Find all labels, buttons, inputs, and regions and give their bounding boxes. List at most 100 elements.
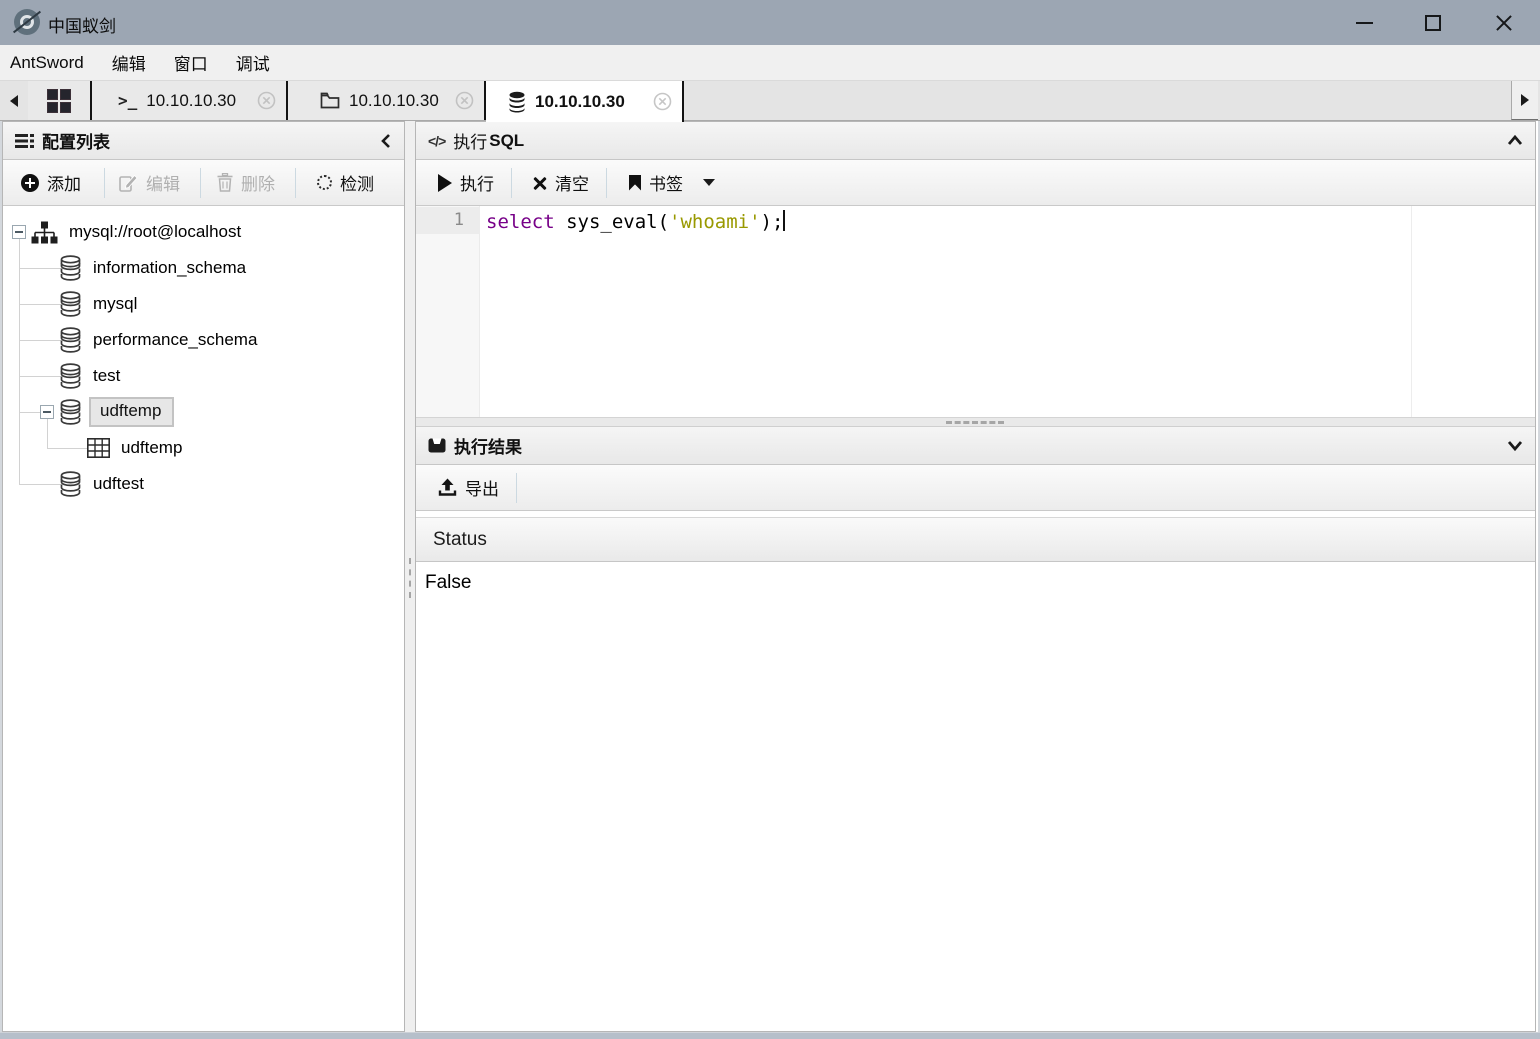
- tab-home[interactable]: [28, 81, 92, 120]
- sidebar-panel: 配置列表 添加 编辑: [2, 121, 405, 1032]
- export-button[interactable]: 导出: [438, 465, 499, 510]
- database-icon: [59, 363, 82, 389]
- tree-node-label-selected: udftemp: [89, 397, 174, 427]
- minimize-icon: [1356, 22, 1373, 24]
- tab-label: 10.10.10.30: [535, 92, 625, 112]
- line-number: 1: [454, 210, 464, 230]
- sql-code-line: select sys_eval('whoami');: [486, 209, 785, 235]
- expander-collapse-root[interactable]: [12, 225, 26, 239]
- delete-button[interactable]: 删除: [217, 160, 275, 205]
- collapse-result-panel-button[interactable]: [1507, 440, 1523, 451]
- vertical-splitter[interactable]: [405, 121, 415, 1032]
- terminal-icon: >_: [118, 91, 137, 110]
- clear-button[interactable]: 清空: [533, 160, 589, 205]
- collapse-sql-panel-button[interactable]: [1507, 135, 1523, 146]
- horizontal-splitter[interactable]: [416, 417, 1535, 427]
- menu-debug[interactable]: 调试: [226, 46, 280, 79]
- editor-gutter: 1: [416, 206, 480, 417]
- tree-node-database[interactable]: performance_schema: [59, 322, 257, 358]
- tree-node-database[interactable]: udftest: [59, 466, 144, 502]
- sitemap-icon: [31, 221, 58, 244]
- execute-button[interactable]: 执行: [438, 160, 494, 205]
- close-button[interactable]: [1481, 0, 1527, 45]
- table-icon: [87, 438, 110, 458]
- spinner-icon: [317, 175, 332, 190]
- tree-node-database[interactable]: information_schema: [59, 250, 246, 286]
- tree-node-label: udftemp: [121, 438, 182, 458]
- tree-node-connection[interactable]: mysql://root@localhost: [31, 214, 241, 250]
- sql-tail: );: [761, 211, 784, 233]
- arrow-left-icon: [9, 94, 19, 108]
- tree-node-label: udftest: [93, 474, 144, 494]
- sql-content-panel: </> 执行 SQL 执行 清空 书签: [415, 121, 1536, 1032]
- close-tab-icon[interactable]: [257, 91, 276, 110]
- antsword-window: 中国蚁剑 AntSword 编辑 窗口 调试 >_ 10.10.10.30 10…: [0, 0, 1540, 1039]
- tree-node-label: information_schema: [93, 258, 246, 278]
- window-bottom-border: [0, 1032, 1540, 1039]
- tabbar: >_ 10.10.10.30 10.10.10.30 10.10.10.30: [0, 80, 1540, 121]
- sql-panel-title-bold: SQL: [489, 131, 524, 151]
- bookmark-button[interactable]: 书签: [629, 160, 715, 205]
- tree-node-label: test: [93, 366, 120, 386]
- chevron-up-icon: [1507, 135, 1523, 146]
- titlebar: 中国蚁剑: [0, 0, 1540, 45]
- add-button[interactable]: 添加: [21, 160, 81, 205]
- sql-editor[interactable]: 1 select sys_eval('whoami');: [416, 206, 1535, 417]
- database-icon: [59, 471, 82, 497]
- menu-antsword[interactable]: AntSword: [10, 49, 94, 77]
- chevron-down-icon: [703, 179, 715, 186]
- window-title: 中国蚁剑: [48, 12, 116, 37]
- menu-edit[interactable]: 编辑: [102, 46, 156, 79]
- maximize-button[interactable]: [1410, 0, 1456, 45]
- sql-plain: sys_eval(: [555, 211, 669, 233]
- tree-node-database[interactable]: mysql: [59, 286, 137, 322]
- close-tab-icon[interactable]: [455, 91, 474, 110]
- database-icon: [59, 291, 82, 317]
- expander-collapse-udftemp[interactable]: [40, 405, 54, 419]
- minimize-button[interactable]: [1341, 0, 1387, 45]
- tab-database[interactable]: 10.10.10.30: [486, 81, 684, 122]
- result-toolbar: 导出: [416, 465, 1535, 511]
- tab-scroll-left-button[interactable]: [0, 81, 28, 120]
- sql-keyword: select: [486, 211, 555, 233]
- database-icon: [59, 327, 82, 353]
- maximize-icon: [1425, 15, 1441, 31]
- chevron-left-icon: [380, 133, 392, 149]
- folder-icon: [320, 92, 340, 109]
- splitter-grip: [946, 421, 1004, 424]
- menubar: AntSword 编辑 窗口 调试: [0, 45, 1540, 80]
- sidebar-title: 配置列表: [42, 128, 110, 153]
- result-panel-title: 执行结果: [454, 433, 522, 458]
- tree-node-database-selected[interactable]: udftemp: [59, 394, 174, 430]
- inbox-icon: [428, 438, 446, 453]
- database-icon: [59, 255, 82, 281]
- plus-icon: [21, 174, 39, 192]
- result-row-value: False: [416, 562, 1535, 604]
- tab-scroll-right-button[interactable]: [1511, 81, 1538, 120]
- check-button[interactable]: 检测: [317, 160, 374, 205]
- database-icon: [508, 91, 526, 113]
- result-column-header: Status: [416, 517, 1535, 562]
- edit-button[interactable]: 编辑: [119, 160, 180, 205]
- play-icon: [438, 174, 452, 192]
- tab-label: 10.10.10.30: [146, 91, 236, 111]
- antsword-logo-icon: [14, 9, 40, 35]
- tab-files[interactable]: 10.10.10.30: [288, 81, 486, 120]
- upload-icon: [438, 478, 457, 497]
- text-cursor: [783, 210, 785, 231]
- collapse-sidebar-button[interactable]: [380, 133, 392, 149]
- tree-node-table[interactable]: udftemp: [87, 430, 182, 466]
- tree-node-database[interactable]: test: [59, 358, 120, 394]
- tab-terminal[interactable]: >_ 10.10.10.30: [92, 81, 288, 120]
- close-tab-icon[interactable]: [653, 92, 672, 111]
- pencil-icon: [119, 173, 138, 192]
- menu-window[interactable]: 窗口: [164, 46, 218, 79]
- tree-node-label: mysql://root@localhost: [69, 222, 241, 242]
- close-icon: [1494, 13, 1514, 33]
- sidebar-toolbar: 添加 编辑 删除: [3, 160, 404, 206]
- bookmark-icon: [629, 175, 641, 191]
- chevron-down-icon: [1507, 440, 1523, 451]
- x-icon: [533, 176, 547, 190]
- sql-toolbar: 执行 清空 书签: [416, 160, 1535, 206]
- tree-node-label: mysql: [93, 294, 137, 314]
